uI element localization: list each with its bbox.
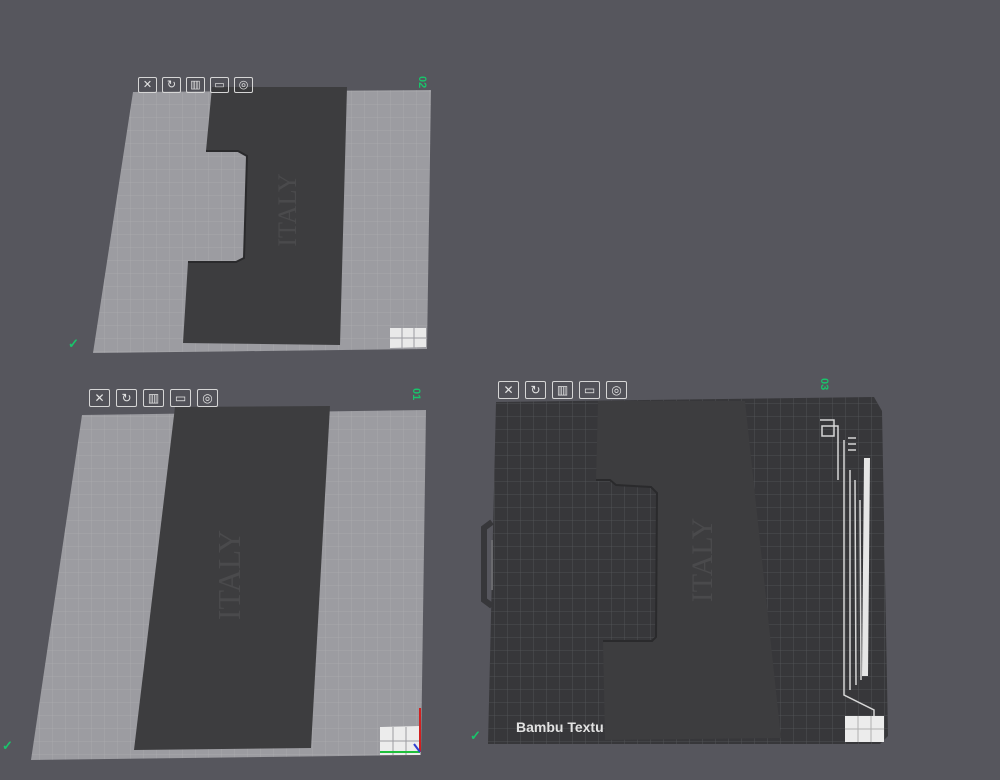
settings-icon[interactable]: ◎	[606, 381, 627, 399]
plate-01-toolbar: ✕ ↻ ▥ ▭ ◎	[89, 389, 224, 407]
bed-type-label: Bambu Textu	[516, 719, 604, 735]
arrange-icon[interactable]: ▥	[552, 381, 573, 399]
svg-text:ITALY: ITALY	[686, 518, 719, 603]
plate-03-check-icon: ✓	[470, 728, 481, 743]
close-icon[interactable]: ✕	[138, 77, 157, 93]
lock-icon[interactable]: ▭	[579, 381, 600, 399]
plate-01-check-icon: ✓	[2, 738, 13, 753]
close-icon[interactable]: ✕	[498, 381, 519, 399]
settings-icon[interactable]: ◎	[197, 389, 218, 407]
plate-02-check-icon: ✓	[68, 336, 79, 351]
close-icon[interactable]: ✕	[89, 389, 110, 407]
arrange-icon[interactable]: ▥	[186, 77, 205, 93]
svg-text:ITALY: ITALY	[273, 173, 302, 247]
arrange-icon[interactable]: ▥	[143, 389, 164, 407]
auto-orient-icon[interactable]: ↻	[116, 389, 137, 407]
svg-text:ITALY: ITALY	[211, 530, 247, 620]
plate-number-01: 01	[410, 388, 422, 401]
plate-number-03: 03	[818, 378, 830, 391]
auto-orient-icon[interactable]: ↻	[162, 77, 181, 93]
plate-number-02: 02	[416, 76, 428, 89]
settings-icon[interactable]: ◎	[234, 77, 253, 93]
plate-03-toolbar: ✕ ↻ ▥ ▭ ◎	[498, 381, 633, 399]
lock-icon[interactable]: ▭	[170, 389, 191, 407]
lock-icon[interactable]: ▭	[210, 77, 229, 93]
auto-orient-icon[interactable]: ↻	[525, 381, 546, 399]
plate-02-toolbar: ✕ ↻ ▥ ▭ ◎	[138, 77, 258, 93]
